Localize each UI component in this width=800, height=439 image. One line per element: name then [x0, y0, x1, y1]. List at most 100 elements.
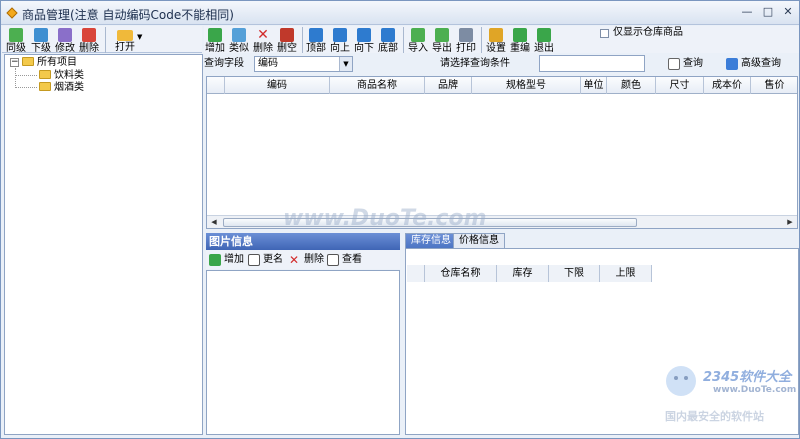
toolbar-separator — [302, 27, 303, 53]
move-down-button[interactable]: 向下 — [353, 26, 375, 56]
image-toolbar: 增加 更名 ✕ 删除 查看 — [206, 250, 400, 269]
exit-icon — [537, 28, 551, 42]
brand-watermark: 2345软件大全 — [703, 370, 792, 385]
column-header-stock[interactable]: 库存 — [497, 265, 549, 282]
tree-connector — [15, 68, 16, 88]
open-folder-icon — [117, 30, 133, 41]
window-title: 商品管理(注意 自动编码Code不能相同) — [22, 8, 234, 22]
warehouse-only-checkbox[interactable] — [600, 29, 609, 38]
move-bottom-button[interactable]: 底部 — [377, 26, 399, 56]
add-child-icon — [34, 28, 48, 42]
column-header-spec[interactable]: 规格型号 — [472, 77, 581, 94]
import-button[interactable]: 导入 — [407, 26, 429, 56]
export-button[interactable]: 导出 — [431, 26, 453, 56]
print-icon — [459, 28, 473, 42]
add-button[interactable]: 增加 — [204, 26, 226, 56]
tree-item-tobacco-liquor[interactable]: 烟酒类 — [39, 81, 84, 94]
maximize-button[interactable]: □ — [759, 4, 777, 21]
toolbar-separator — [481, 27, 482, 53]
image-preview-area[interactable] — [206, 270, 400, 435]
image-rename-label: 更名 — [263, 254, 283, 265]
chevron-down-icon[interactable]: ▼ — [339, 57, 352, 71]
delete-icon — [82, 28, 96, 42]
warehouse-only-label: 仅显示仓库商品 — [613, 27, 683, 38]
move-down-icon — [357, 28, 371, 42]
copy-similar-icon — [232, 28, 246, 42]
row-indicator-header — [207, 77, 225, 94]
search-icon — [668, 58, 680, 70]
brand-sub-watermark: 国内最安全的软件站 — [665, 410, 764, 423]
column-header-brand[interactable]: 品牌 — [425, 77, 472, 94]
import-icon — [411, 28, 425, 42]
column-header-min[interactable]: 下限 — [549, 265, 600, 282]
query-field-value: 编码 — [258, 58, 278, 69]
product-grid-header: 编码 商品名称 品牌 规格型号 单位 颜色 尺寸 成本价 售价 — [207, 77, 797, 94]
add-icon — [209, 254, 221, 266]
tree-item-label: 烟酒类 — [54, 82, 84, 93]
image-view-button[interactable]: 查看 — [327, 252, 362, 268]
open-dropdown-chevron-icon[interactable]: ▼ — [137, 33, 142, 41]
row-indicator-header — [407, 265, 425, 282]
column-header-price[interactable]: 售价 — [751, 77, 797, 94]
tree-item-label: 饮料类 — [54, 70, 84, 81]
column-header-cost[interactable]: 成本价 — [704, 77, 751, 94]
column-header-warehouse[interactable]: 仓库名称 — [425, 265, 497, 282]
folder-icon — [39, 82, 51, 91]
renumber-icon — [513, 28, 527, 42]
delete-button[interactable]: ✕ 删除 — [252, 26, 274, 56]
close-button[interactable]: ✕ — [779, 4, 797, 21]
exit-button[interactable]: 退出 — [533, 26, 555, 56]
query-field-select[interactable]: 编码 ▼ — [254, 56, 353, 72]
settings-button[interactable]: 设置 — [485, 26, 507, 56]
search-label: 查询 — [683, 58, 703, 69]
image-delete-button[interactable]: ✕ 删除 — [289, 252, 324, 268]
scroll-right-icon[interactable]: ▶ — [784, 216, 796, 228]
add-child-button[interactable]: 下级 — [30, 26, 52, 56]
tab-stock-info[interactable]: 库存信息 — [405, 233, 457, 248]
column-header-color[interactable]: 颜色 — [607, 77, 656, 94]
move-top-button[interactable]: 顶部 — [305, 26, 327, 56]
folder-icon — [39, 70, 51, 79]
renumber-button[interactable]: 重编 — [509, 26, 531, 56]
query-field-label: 查询字段 — [204, 58, 244, 69]
image-add-label: 增加 — [224, 254, 244, 265]
add-sibling-button[interactable]: 同级 — [5, 26, 27, 56]
tree-collapse-toggle[interactable]: − — [10, 58, 19, 67]
title-bar[interactable]: 商品管理(注意 自动编码Code不能相同) — □ ✕ — [1, 1, 799, 25]
column-header-unit[interactable]: 单位 — [581, 77, 607, 94]
move-up-button[interactable]: 向上 — [329, 26, 351, 56]
tree-item-label: 所有项目 — [37, 57, 77, 68]
column-header-name[interactable]: 商品名称 — [330, 77, 425, 94]
column-header-code[interactable]: 编码 — [225, 77, 330, 94]
advanced-search-label: 高级查询 — [741, 58, 781, 69]
export-icon — [435, 28, 449, 42]
open-button[interactable]: 打开 — [112, 26, 138, 56]
column-header-max[interactable]: 上限 — [600, 265, 652, 282]
tab-price-info[interactable]: 价格信息 — [453, 233, 505, 248]
delete-icon: ✕ — [289, 253, 300, 267]
stock-grid[interactable]: 仓库名称 库存 下限 上限 — [405, 248, 799, 435]
image-add-button[interactable]: 增加 — [209, 252, 244, 268]
query-bar: 查询字段 编码 ▼ 请选择查询条件 查询 高级查询 — [204, 54, 799, 74]
detail-tabs: 库存信息 价格信息 — [405, 233, 799, 248]
minimize-button[interactable]: — — [738, 4, 756, 21]
app-window: 商品管理(注意 自动编码Code不能相同) — □ ✕ 同级 下级 修改 删除 … — [0, 0, 800, 439]
image-rename-button[interactable]: 更名 — [248, 252, 283, 268]
rename-icon — [248, 254, 260, 266]
query-condition-input[interactable] — [539, 55, 645, 72]
query-condition-label: 请选择查询条件 — [440, 58, 510, 69]
brand-url-watermark: www.DuoTe.com — [713, 385, 797, 395]
edit-category-button[interactable]: 修改 — [54, 26, 76, 56]
scroll-left-icon[interactable]: ◀ — [208, 216, 220, 228]
move-bottom-icon — [381, 28, 395, 42]
image-delete-label: 删除 — [304, 254, 324, 265]
similar-button[interactable]: 类似 — [228, 26, 250, 56]
clear-all-button[interactable]: 删空 — [276, 26, 298, 56]
print-button[interactable]: 打印 — [455, 26, 477, 56]
tree-item-root[interactable]: 所有项目 — [22, 56, 77, 69]
search-button[interactable]: 查询 — [668, 56, 703, 72]
move-up-icon — [333, 28, 347, 42]
column-header-size[interactable]: 尺寸 — [656, 77, 704, 94]
delete-category-button[interactable]: 删除 — [78, 26, 100, 56]
advanced-search-button[interactable]: 高级查询 — [726, 56, 781, 72]
